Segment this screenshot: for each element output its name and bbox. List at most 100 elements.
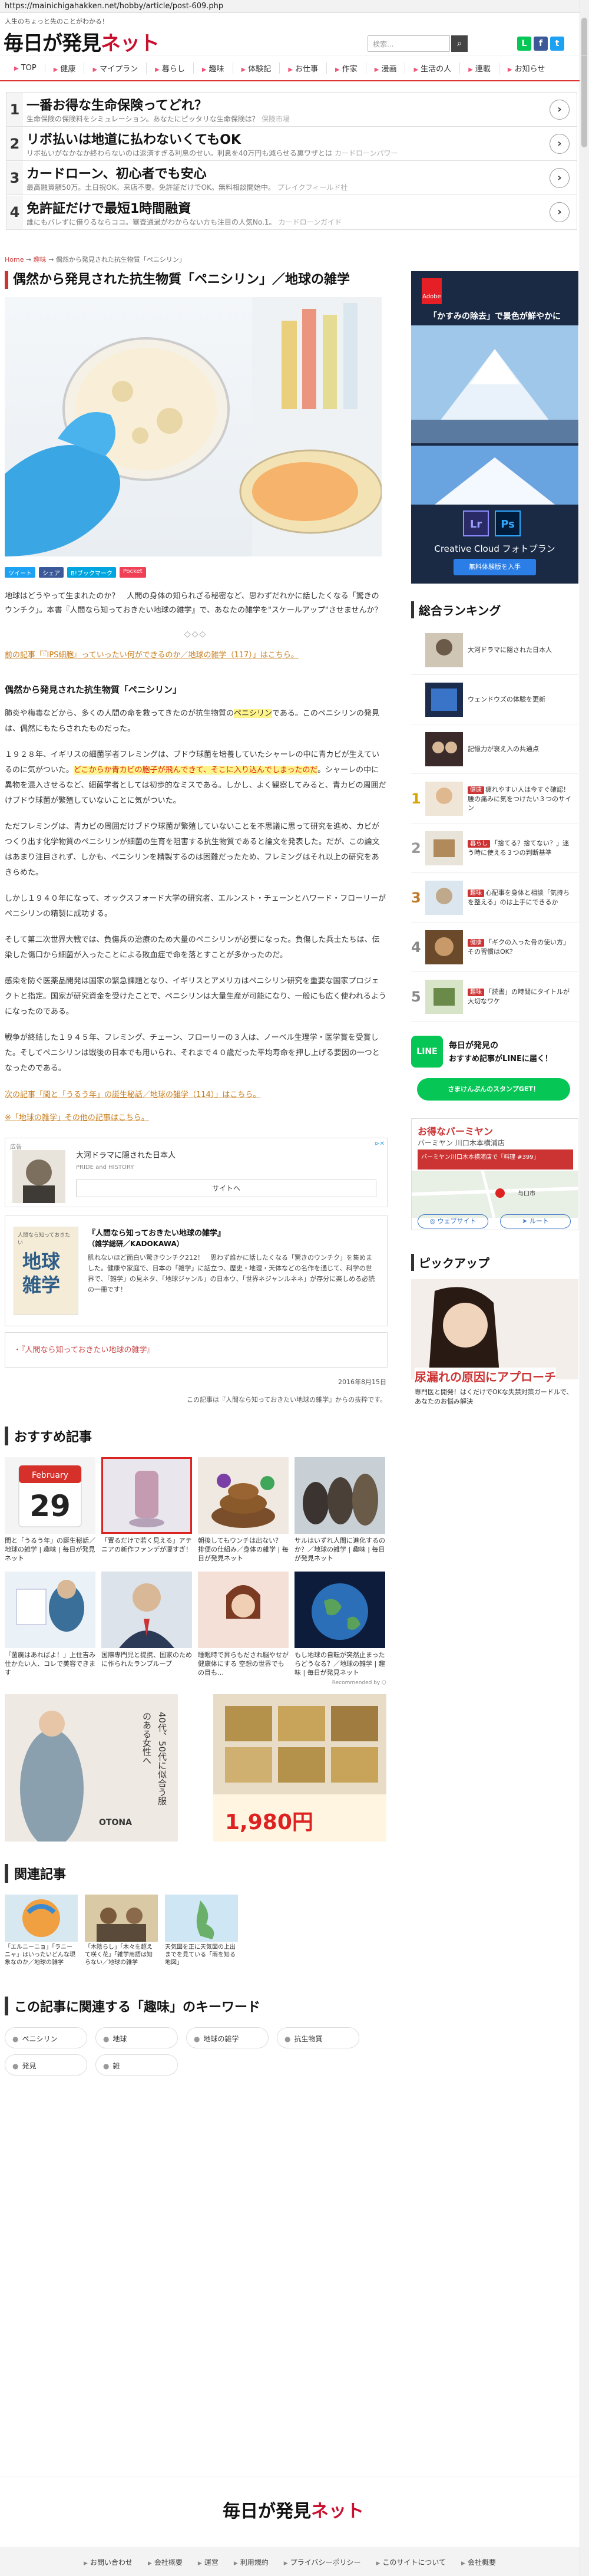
ranking-item[interactable]: 3 趣味 心配事を身体と相談「気持ちを整える」のは上手にできるか xyxy=(411,873,578,923)
footer-arrow-icon: ▶ xyxy=(84,2560,88,2567)
ad-row[interactable]: 2 リボ払いは地道に払わないくてもOK リボ払いがなかなか終わらないのは返済すぎる… xyxy=(6,127,577,161)
keywords-title: この記事に関連する「趣味」のキーワード xyxy=(5,1997,386,2015)
footer-link[interactable]: ▶ このサイトについて xyxy=(376,2557,446,2567)
earth-image xyxy=(294,1572,385,1648)
nav-item-people[interactable]: ▶ 生活の人 xyxy=(405,62,461,74)
svg-text:29: 29 xyxy=(29,1489,71,1523)
line-cta-button[interactable]: さまけんぷんのスタンプGET！ xyxy=(417,1078,570,1101)
ranking-item[interactable]: 記憶力が衰え入の共通点 xyxy=(411,724,578,774)
book-cover[interactable]: 人間なら知っておきたい 地球 雑学 xyxy=(14,1227,78,1315)
nav-item-life[interactable]: ▶ 暮らし xyxy=(147,62,194,74)
chevron-right-icon[interactable]: › xyxy=(550,168,570,188)
inline-ad[interactable]: 広告 大河ドラマに隠された日本人 PRIDE and HISTORY サイトへ … xyxy=(5,1138,388,1207)
footer-link[interactable]: ▶ 会社概要 xyxy=(461,2557,496,2567)
more-articles-link[interactable]: ※「地球の雑学」その他の記事はこちら。 xyxy=(5,1111,386,1122)
breadcrumb-category[interactable]: 趣味 xyxy=(34,256,47,263)
globe-icon: ◎ xyxy=(429,1217,438,1225)
search-input[interactable]: 検索... xyxy=(368,35,450,52)
ranking-item[interactable]: 2 暮らし 「捨てる？捨てない？」迷う時に使える３つの判断基準 xyxy=(411,823,578,873)
nav-arrow-icon: ▶ xyxy=(53,66,58,73)
keyword-chip[interactable]: ● 地球の雑学 xyxy=(186,2027,269,2048)
related-card[interactable]: 天気図を正に天気図の上出までを見ている「雨を知る地図」 xyxy=(165,1895,238,1974)
map-ad[interactable]: お得なバーミヤン バーミヤン 川口木本横浦店 バーミヤン川口木本横浦店で「料理 … xyxy=(411,1118,578,1230)
map-website-button[interactable]: ◎ ウェブサイト xyxy=(418,1214,488,1228)
recommend-card[interactable]: 国際専門児と提携、国家のために作られたランプループ xyxy=(101,1572,192,1678)
recommend-card[interactable]: 睡眠時で昇らもだされ脳やせが健康体にする 空想の世界でもの目も… xyxy=(198,1572,289,1678)
hatena-bookmark-button[interactable]: B!ブックマーク xyxy=(67,567,116,578)
previous-article-link[interactable]: 前の記事「『IPS細胞』っていったい何ができるのか／地球の雑学（117）」はこち… xyxy=(5,648,386,660)
recommend-card[interactable]: 「置るだけで若く見える」アテニアの新作ファンデが凄すぎ！ xyxy=(101,1457,192,1563)
chevron-right-icon[interactable]: › xyxy=(550,134,570,154)
footer-link[interactable]: ▶ お問い合わせ xyxy=(84,2557,133,2567)
nav-item-work[interactable]: ▶ お仕事 xyxy=(280,62,327,74)
ranking-item[interactable]: 4 健康 「ギクの入った骨の使い方」その習慣はOK？ xyxy=(411,923,578,972)
recommend-card[interactable]: もし地球の自転が突然止まったらどうなる？／地球の雑学 | 趣味 | 毎日が発見ネ… xyxy=(294,1572,385,1678)
browser-url-bar[interactable]: https://mainichigahakken.net/hobby/artic… xyxy=(0,0,589,13)
ranking-item[interactable]: 大河ドラマに隠された日本人 xyxy=(411,625,578,675)
nav-item-author[interactable]: ▶ 作家 xyxy=(327,62,366,74)
nav-arrow-icon: ▶ xyxy=(92,66,98,73)
ad-choice-icon[interactable]: ⊳✕ xyxy=(375,1141,385,1147)
recommend-card[interactable]: 朝後してもウンチは出ない？ 排便の仕組み／身体の雑学 | 毎日が発見ネット xyxy=(198,1457,289,1563)
nav-item-manga[interactable]: ▶ 漫画 xyxy=(366,62,406,74)
nav-item-hobby[interactable]: ▶ 趣味 xyxy=(194,62,233,74)
keyword-chip[interactable]: ● ペニシリン xyxy=(5,2027,87,2048)
tweet-button[interactable]: ツイート xyxy=(5,567,35,578)
recommend-card[interactable]: 「菌廣はあればよ！」上住吉み仕かたい人、コレで美容できます xyxy=(5,1572,95,1678)
chevron-right-icon[interactable]: › xyxy=(550,100,570,120)
ranking-item[interactable]: ウェンドウズの体験を更新 xyxy=(411,675,578,724)
ad-number: 1 xyxy=(6,93,23,126)
ad-row[interactable]: 1 一番お得な生命保険ってどれ？ 生命保険の保険料をシミュレーション。あなたにピッ… xyxy=(6,93,577,127)
ranking-item[interactable]: 5 趣味 「読書」の時間にタイトルが大切なワケ xyxy=(411,972,578,1022)
adobe-product: Creative Cloud フォトプラン xyxy=(434,543,555,554)
nav-item-top[interactable]: ▶ TOP xyxy=(6,63,45,73)
ad-sub: リボ払いがなかなか終わらないのは返済すぎる利息のせい。利息を40万円も減らせる裏… xyxy=(27,149,333,157)
scrollbar[interactable] xyxy=(580,0,589,2576)
adobe-cta-button[interactable]: 無料体験版を入手 xyxy=(454,559,536,575)
footer-link[interactable]: ▶ プライバシーポリシー xyxy=(284,2557,361,2567)
breadcrumb-home[interactable]: Home xyxy=(5,256,24,263)
keyword-chip[interactable]: ● 地球 xyxy=(95,2027,178,2048)
recommend-card[interactable]: サルはいずれ人間に進化するのか？／地球の雑学 | 趣味 | 毎日が発見ネット xyxy=(294,1457,385,1563)
pocket-button[interactable]: Pocket xyxy=(119,567,146,578)
footer-link[interactable]: ▶ 運営 xyxy=(198,2557,219,2567)
paragraph: ただフレミングは、青カビの周囲だけブドウ球菌が繁殖していないことを不思議に思って… xyxy=(5,822,380,877)
chevron-right-icon[interactable]: › xyxy=(550,202,570,222)
facebook-share-button[interactable]: シェア xyxy=(39,567,64,578)
adobe-ad[interactable]: Adobe 「かすみの除去」で景色が鮮やかに Lr Ps Creative Cl… xyxy=(411,271,578,584)
ranking-item[interactable]: 1 健康 疲れやすい人は今すぐ確認！腰の痛みに気をつけたい３つのサイン xyxy=(411,774,578,823)
book-link[interactable]: ・『人間なら知っておきたい地球の雑学』 xyxy=(5,1332,388,1368)
related-card[interactable]: 「木陰らし」「木々を超えて咲く花」「雑学用語は知らない／地球の雑学 xyxy=(85,1895,158,1974)
facebook-icon[interactable]: f xyxy=(534,37,548,51)
pickup-ad[interactable]: 尿漏れの原因にアプローチ 専門医と開発！はくだけでOKな失禁対策ガードルで、あな… xyxy=(411,1279,578,1421)
recommend-card[interactable]: February 29 閏と「うるう年」の誕生秘話／地球の雑学 | 趣味 | 毎日… xyxy=(5,1457,95,1563)
footer-link[interactable]: ▶ 会社概要 xyxy=(148,2557,183,2567)
keyword-chip[interactable]: ● 雑 xyxy=(95,2054,178,2076)
food-banner[interactable]: 1,980円 xyxy=(213,1694,386,1842)
line-icon[interactable]: L xyxy=(517,37,531,51)
twitter-icon[interactable]: t xyxy=(550,37,564,51)
footer-logo[interactable]: 毎日が発見ネット xyxy=(223,2496,364,2522)
ad-row[interactable]: 4 免許証だけで最短1時間融資 誰にもバレずに借りるならココ。審査通過がわからない… xyxy=(6,195,577,229)
search-icon[interactable]: ⌕ xyxy=(451,35,468,52)
people-image xyxy=(85,1895,158,1942)
ad-advertiser: カードローンガイド xyxy=(278,218,342,226)
related-card[interactable]: 「エルニーニョ」「ラニーニャ」はいったいどんな現象なのか／地球の雑学 xyxy=(5,1895,78,1974)
nav-item-myplan[interactable]: ▶ マイプラン xyxy=(84,62,147,74)
keyword-chip[interactable]: ● 発見 xyxy=(5,2054,87,2076)
ad-row[interactable]: 3 カードローン、初心者でも安心 最高融資額50万。土日祝OK。来店不要。免許証だ… xyxy=(6,161,577,195)
nav-item-series[interactable]: ▶ 連載 xyxy=(460,62,499,74)
nav-item-experience[interactable]: ▶ 体験記 xyxy=(233,62,280,74)
ad-cta-button[interactable]: サイトへ xyxy=(76,1180,376,1197)
ranking-thumb xyxy=(425,781,463,816)
nav-item-news[interactable]: ▶ お知らせ xyxy=(499,62,553,74)
site-logo[interactable]: 毎日が発見ネット xyxy=(4,27,160,56)
next-article-link[interactable]: 次の記事「閏と「うるう年」の誕生秘話／地球の雑学（114）」はこちら。 xyxy=(5,1088,386,1099)
publish-date: 2016年8月15日 xyxy=(338,1378,386,1386)
keyword-chip[interactable]: ● 抗生物質 xyxy=(277,2027,359,2048)
paragraph: １９２８年、イギリスの細菌学者フレミングは、ブドウ球菌を培養していたシャーレの中… xyxy=(5,750,386,805)
nav-item-health[interactable]: ▶ 健康 xyxy=(45,62,85,74)
footer-link[interactable]: ▶ 利用規約 xyxy=(234,2557,269,2567)
map-route-button[interactable]: ➤ ルート xyxy=(500,1214,571,1228)
fashion-banner[interactable]: 40代、50代に似合う服のある女性へ OTONA xyxy=(5,1694,178,1842)
